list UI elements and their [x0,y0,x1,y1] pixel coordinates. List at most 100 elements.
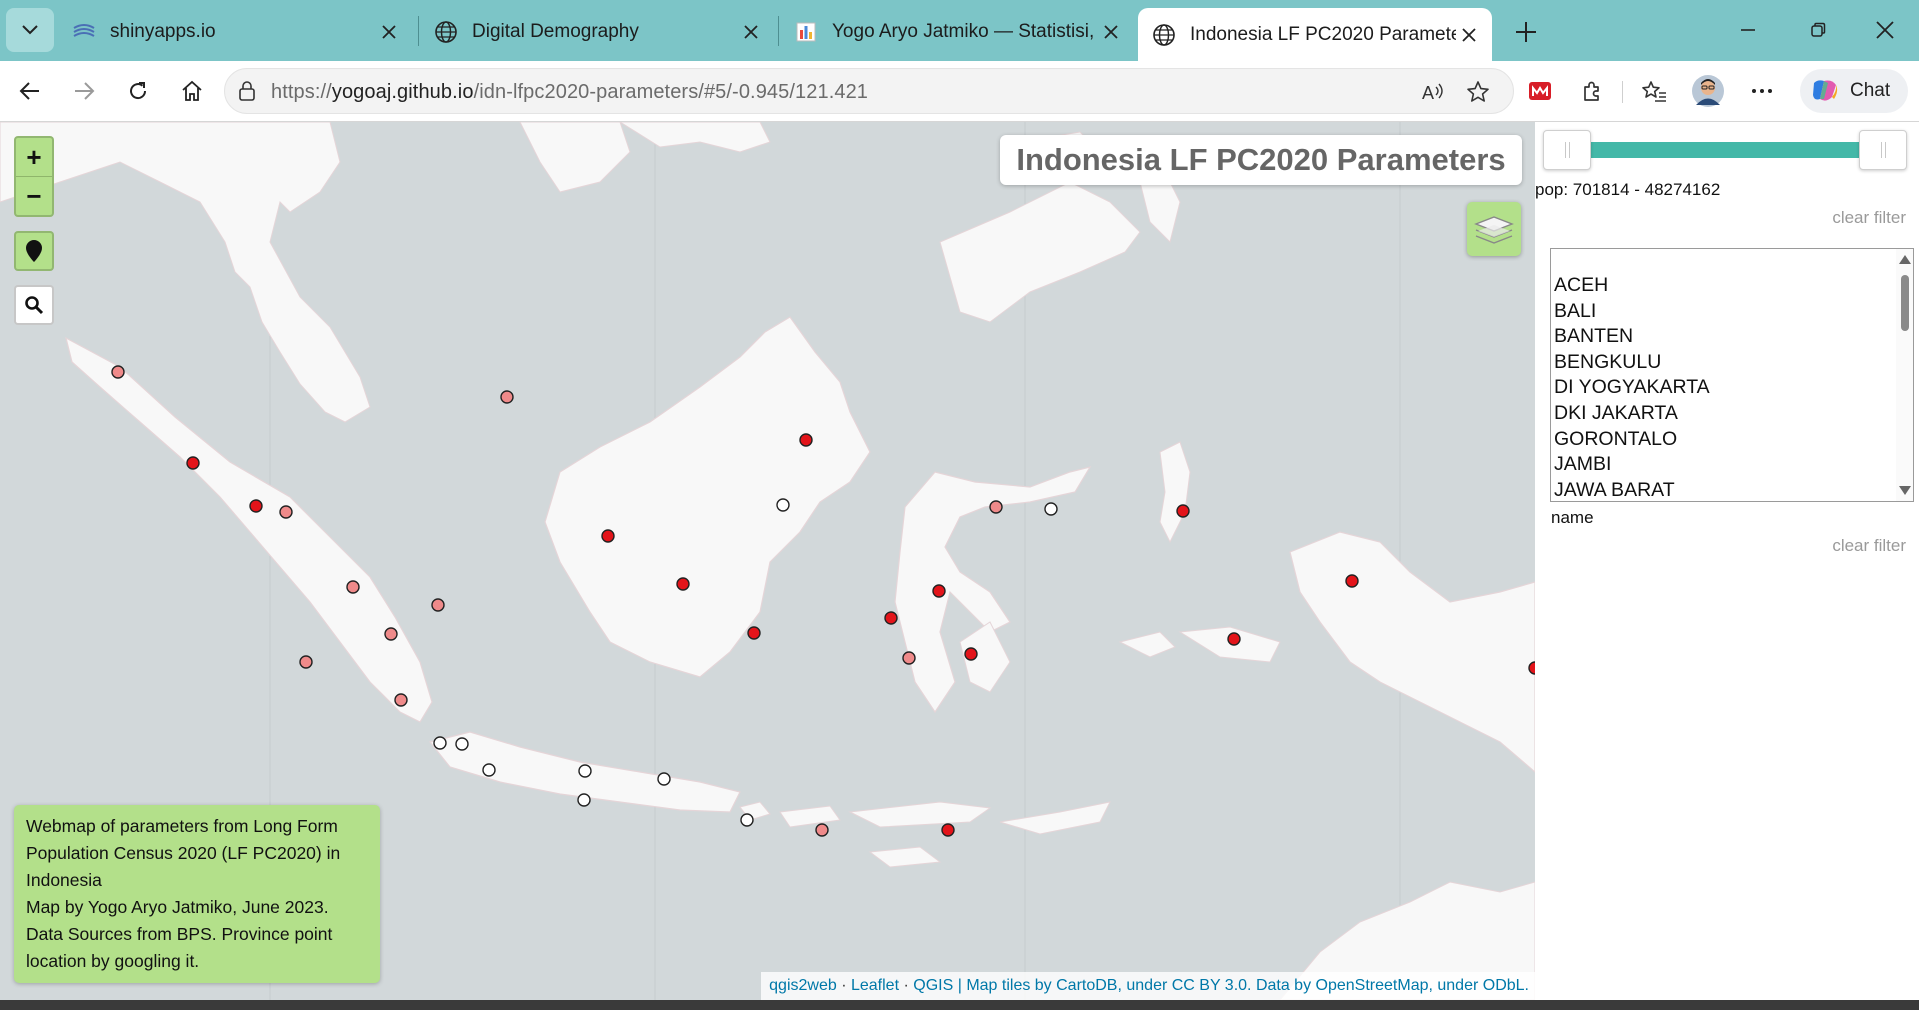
map-search-button[interactable] [14,285,54,325]
province-point-marker[interactable] [676,577,690,591]
province-point-marker[interactable] [394,693,408,707]
list-scrollbar[interactable] [1896,249,1913,501]
leaflet-link[interactable]: Leaflet [851,977,899,995]
clear-name-filter-link[interactable]: clear filter [1832,536,1906,556]
close-icon[interactable] [376,19,402,45]
province-point-marker[interactable] [1345,574,1359,588]
home-icon [182,80,202,101]
favorites-button[interactable] [1634,71,1674,111]
province-point-marker[interactable] [657,772,671,786]
province-point-marker[interactable] [384,627,398,641]
province-option[interactable]: JAWA BARAT [1554,478,1710,501]
restore-button[interactable] [1790,10,1846,50]
url-text[interactable]: https://yogoaj.github.io/idn-lfpc2020-pa… [271,81,868,104]
province-point-marker[interactable] [1044,502,1058,516]
province-option[interactable]: BALI [1554,299,1710,325]
scrollbar-thumb[interactable] [1901,275,1909,331]
province-option[interactable]: BANTEN [1554,324,1710,350]
province-point-marker[interactable] [578,764,592,778]
map-attribution: qgis2web · Leaflet · QGIS | Map tiles by… [761,972,1535,1000]
province-point-marker[interactable] [941,823,955,837]
extension-mendeley-button[interactable] [1520,71,1560,111]
read-aloud-icon[interactable]: A [1419,78,1449,106]
profile-button[interactable] [1688,71,1728,111]
province-point-marker[interactable] [932,584,946,598]
province-point-marker[interactable] [740,813,754,827]
cc-by-link[interactable]: CC BY 3.0 [1172,977,1247,995]
qgis2web-link[interactable]: qgis2web [769,977,837,995]
tab-actions-menu-button[interactable] [6,8,54,52]
close-icon[interactable] [1456,22,1482,48]
map-container[interactable]: + − Indonesia LF PC2020 Parameters Webma… [0,122,1535,1000]
province-point-marker[interactable] [482,763,496,777]
province-point-marker[interactable] [299,655,313,669]
copilot-chat-button[interactable]: Chat [1800,69,1908,113]
qgis-link[interactable]: QGIS [913,977,953,995]
slider-min-handle[interactable] [1543,130,1591,170]
zoom-in-button[interactable]: + [16,138,52,176]
province-point-marker[interactable] [433,736,447,750]
slider-max-handle[interactable] [1859,130,1907,170]
province-point-marker[interactable] [776,498,790,512]
province-point-marker[interactable] [500,390,514,404]
province-option[interactable]: DKI JAKARTA [1554,401,1710,427]
tab-digital-demography[interactable]: Digital Demography [420,8,774,55]
province-option[interactable]: JAMBI [1554,452,1710,478]
province-point-marker[interactable] [346,580,360,594]
openstreetmap-link[interactable]: OpenStreetMap [1316,977,1429,995]
province-point-marker[interactable] [186,456,200,470]
population-range-slider[interactable] [1543,130,1907,170]
province-option[interactable]: BENGKULU [1554,350,1710,376]
province-point-marker[interactable] [815,823,829,837]
forward-button[interactable] [64,71,104,111]
tab-shinyapps[interactable]: shinyapps.io [58,8,412,55]
new-tab-button[interactable] [1508,14,1544,50]
tab-yogo-aryo-jatmiko[interactable]: Yogo Aryo Jatmiko — Statistisi, De [780,8,1134,55]
province-select-list[interactable]: ACEH BALI BANTEN BENGKULU DI YOGYAKARTA … [1550,248,1914,502]
settings-more-button[interactable] [1742,71,1782,111]
province-point-marker[interactable] [1227,632,1241,646]
province-option[interactable]: GORONTALO [1554,427,1710,453]
slider-selected-range [1567,142,1883,158]
clear-population-filter-link[interactable]: clear filter [1832,208,1906,228]
locate-button[interactable] [14,231,54,271]
close-window-button[interactable] [1857,10,1913,50]
province-point-marker[interactable] [747,626,761,640]
province-point-marker[interactable] [1176,504,1190,518]
extensions-button[interactable] [1572,71,1612,111]
province-point-marker[interactable] [799,433,813,447]
province-option[interactable]: DI YOGYAKARTA [1554,375,1710,401]
address-bar[interactable]: https://yogoaj.github.io/idn-lfpc2020-pa… [224,68,1514,114]
scroll-down-arrow-icon[interactable] [1899,486,1911,495]
minimize-button[interactable] [1720,10,1776,50]
lock-icon[interactable] [235,79,259,103]
province-point-marker[interactable] [577,793,591,807]
home-button[interactable] [172,71,212,111]
province-point-marker[interactable] [279,505,293,519]
province-point-marker[interactable] [884,611,898,625]
province-option[interactable]: ACEH [1554,273,1710,299]
province-point-marker[interactable] [989,500,1003,514]
province-point-marker[interactable] [964,647,978,661]
scroll-up-arrow-icon[interactable] [1899,255,1911,264]
province-point-marker[interactable] [249,499,263,513]
tab-indonesia-lf-pc2020[interactable]: Indonesia LF PC2020 Parameters [1138,8,1492,61]
tab-divider [778,16,779,46]
close-icon [1876,21,1894,39]
attribution-separator: · [899,977,914,994]
province-point-marker[interactable] [455,737,469,751]
province-point-marker[interactable] [902,651,916,665]
layers-control-button[interactable] [1467,202,1521,256]
province-point-marker[interactable] [601,529,615,543]
favorite-star-icon[interactable] [1463,78,1493,106]
tab-strip: shinyapps.io Digital Demography Yogo Ary… [0,0,1919,61]
zoom-out-button[interactable]: − [16,177,52,215]
cartodb-link[interactable]: CartoDB [1056,977,1117,995]
reload-button[interactable] [118,71,158,111]
close-icon[interactable] [1098,19,1124,45]
province-point-marker[interactable] [111,365,125,379]
close-icon[interactable] [738,19,764,45]
province-point-marker[interactable] [431,598,445,612]
back-button[interactable] [10,71,50,111]
odbl-link[interactable]: ODbL [1483,977,1525,995]
